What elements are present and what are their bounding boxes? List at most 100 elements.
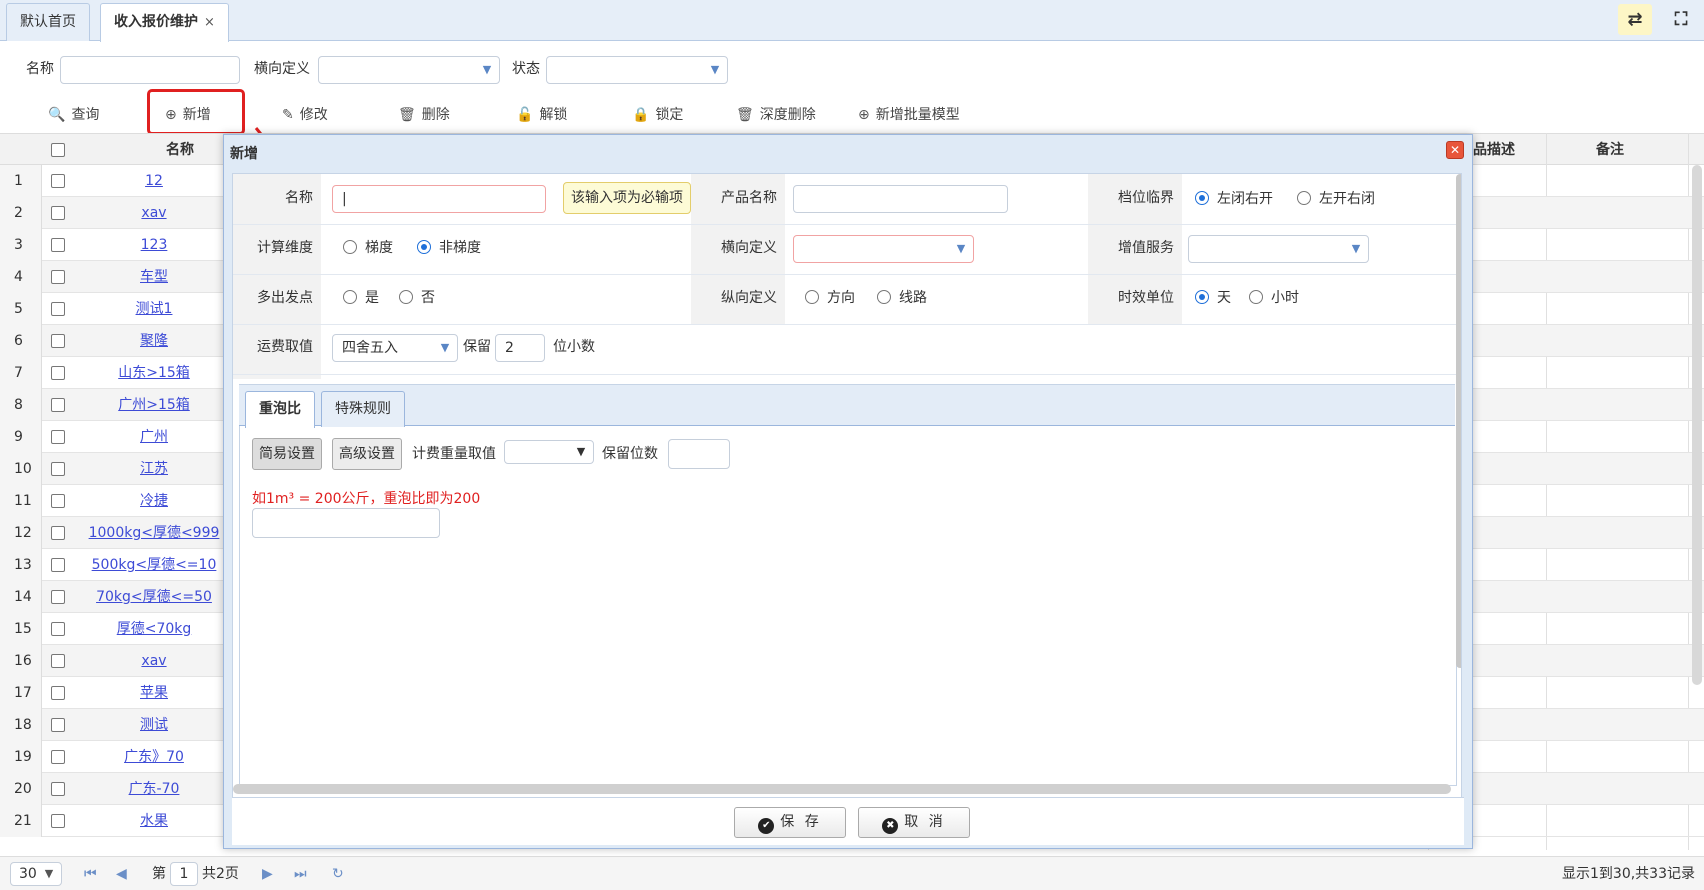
row-checkbox[interactable] (51, 398, 65, 412)
option-label: 方向 (827, 290, 855, 306)
search-horizontal-select[interactable]: ▼ (318, 56, 500, 84)
fullscreen-icon[interactable]: ⛶ (1664, 4, 1698, 35)
reload-icon[interactable]: ↻ (332, 864, 344, 884)
row-name-link[interactable]: 车型 (84, 261, 224, 293)
row-name-link[interactable]: 厚德<70kg (84, 613, 224, 645)
calc-option-non-gradient[interactable]: 非梯度 (417, 235, 481, 261)
cancel-button[interactable]: ✖ 取 消 (858, 807, 970, 838)
weight-value-select[interactable]: ▼ (504, 440, 594, 464)
prev-page-icon[interactable]: ◀ (116, 864, 127, 884)
close-icon[interactable]: × (204, 15, 215, 30)
row-checkbox[interactable] (51, 750, 65, 764)
row-name-link[interactable]: xav (84, 197, 224, 229)
simple-settings-button[interactable]: 简易设置 (252, 438, 322, 470)
multi-origin-option-no[interactable]: 否 (399, 285, 435, 311)
vertical-option-direction[interactable]: 方向 (805, 285, 855, 311)
row-checkbox[interactable] (51, 238, 65, 252)
row-checkbox[interactable] (51, 494, 65, 508)
next-page-icon[interactable]: ▶ (262, 864, 273, 884)
row-name-link[interactable]: 123 (84, 229, 224, 261)
delete-button[interactable]: 🗑 删除 (398, 102, 450, 128)
save-button-label: 保 存 (780, 814, 822, 830)
vertical-option-route[interactable]: 线路 (877, 285, 927, 311)
vas-select[interactable]: ▼ (1188, 235, 1369, 263)
lock-button[interactable]: 🔒 锁定 (632, 102, 683, 128)
grid-scrollbar[interactable] (1692, 165, 1702, 685)
row-checkbox[interactable] (51, 654, 65, 668)
row-checkbox[interactable] (51, 366, 65, 380)
row-checkbox[interactable] (51, 718, 65, 732)
name-input[interactable]: | (332, 185, 546, 213)
row-checkbox[interactable] (51, 814, 65, 828)
row-number: 16 (0, 645, 42, 677)
row-checkbox[interactable] (51, 334, 65, 348)
search-status-select[interactable]: ▼ (546, 56, 728, 84)
time-unit-option-hour[interactable]: 小时 (1249, 285, 1299, 311)
row-checkbox[interactable] (51, 526, 65, 540)
row-name-link[interactable]: 测试 (84, 709, 224, 741)
row-name-link[interactable]: 500kg<厚德<=10 (84, 549, 224, 581)
select-all-checkbox[interactable] (51, 143, 65, 157)
add-dialog: 新增 ✕ 名称 | 该输入项为必输项 产品名称 档位临界 左闭右开 左开右闭 计… (223, 134, 1473, 849)
product-input[interactable] (793, 185, 1008, 213)
row-name-link[interactable]: 1000kg<厚德<999 (84, 517, 224, 549)
page-size-select[interactable]: 30 ▼ (10, 862, 62, 886)
row-name-link[interactable]: 广州>15箱 (84, 389, 224, 421)
tab-weight-ratio[interactable]: 重泡比 (245, 391, 315, 428)
unlock-button[interactable]: 🔓 解锁 (516, 102, 567, 128)
row-checkbox[interactable] (51, 558, 65, 572)
last-page-icon[interactable]: ⏭ (294, 864, 307, 884)
tab-home[interactable]: 默认首页 (6, 3, 90, 41)
multi-origin-option-yes[interactable]: 是 (343, 285, 379, 311)
calc-option-gradient[interactable]: 梯度 (343, 235, 393, 261)
horizontal-scrollbar[interactable] (233, 784, 1451, 794)
row-checkbox[interactable] (51, 686, 65, 700)
row-name-link[interactable]: 测试1 (84, 293, 224, 325)
close-icon[interactable]: ✕ (1446, 141, 1464, 159)
col-remark-header[interactable]: 备注 (1560, 134, 1660, 166)
row-name-link[interactable]: 70kg<厚德<=50 (84, 581, 224, 613)
row-checkbox[interactable] (51, 782, 65, 796)
page-input[interactable]: 1 (170, 862, 198, 886)
deep-delete-button[interactable]: 🗑 深度删除 (736, 102, 816, 128)
row-checkbox[interactable] (51, 430, 65, 444)
time-unit-option-day[interactable]: 天 (1195, 285, 1231, 311)
freight-select[interactable]: 四舍五入 ▼ (332, 334, 458, 362)
boundary-option-left-closed[interactable]: 左闭右开 (1195, 186, 1273, 212)
row-checkbox[interactable] (51, 174, 65, 188)
vertical-label: 纵向定义 (721, 290, 777, 306)
row-name-link[interactable]: 聚隆 (84, 325, 224, 357)
record-summary: 显示1到30,共33记录 (1562, 866, 1695, 882)
row-name-link[interactable]: 广东-70 (84, 773, 224, 805)
save-button[interactable]: ✔ 保 存 (734, 807, 846, 838)
refresh-icon[interactable]: ⇄ (1618, 4, 1652, 35)
row-name-link[interactable]: 冷捷 (84, 485, 224, 517)
ratio-input[interactable] (252, 508, 440, 538)
search-name-input[interactable] (60, 56, 240, 84)
horizontal-select[interactable]: ▼ (793, 235, 974, 263)
row-name-link[interactable]: 水果 (84, 805, 224, 837)
row-name-link[interactable]: 12 (84, 165, 224, 197)
search-button[interactable]: 🔍 查询 (48, 102, 99, 128)
boundary-option-left-open[interactable]: 左开右闭 (1297, 186, 1375, 212)
row-name-link[interactable]: 苹果 (84, 677, 224, 709)
row-name-link[interactable]: 山东>15箱 (84, 357, 224, 389)
row-name-link[interactable]: 广州 (84, 421, 224, 453)
row-checkbox[interactable] (51, 206, 65, 220)
first-page-icon[interactable]: ⏮ (84, 864, 97, 884)
advanced-settings-button[interactable]: 高级设置 (332, 438, 402, 470)
row-checkbox[interactable] (51, 270, 65, 284)
row-checkbox[interactable] (51, 302, 65, 316)
row-checkbox[interactable] (51, 590, 65, 604)
tab-quote-maintenance[interactable]: 收入报价维护 × (100, 3, 229, 42)
row-checkbox[interactable] (51, 622, 65, 636)
dialog-scrollbar[interactable] (1456, 174, 1461, 668)
tab-special-rules[interactable]: 特殊规则 (321, 391, 405, 427)
row-name-link[interactable]: 广东》70 (84, 741, 224, 773)
row-checkbox[interactable] (51, 462, 65, 476)
add-batch-model-button[interactable]: ⊕ 新增批量模型 (858, 102, 960, 128)
row-name-link[interactable]: 江苏 (84, 453, 224, 485)
row-name-link[interactable]: xav (84, 645, 224, 677)
digits-input[interactable] (668, 439, 730, 469)
decimal-input[interactable]: 2 (495, 334, 545, 362)
